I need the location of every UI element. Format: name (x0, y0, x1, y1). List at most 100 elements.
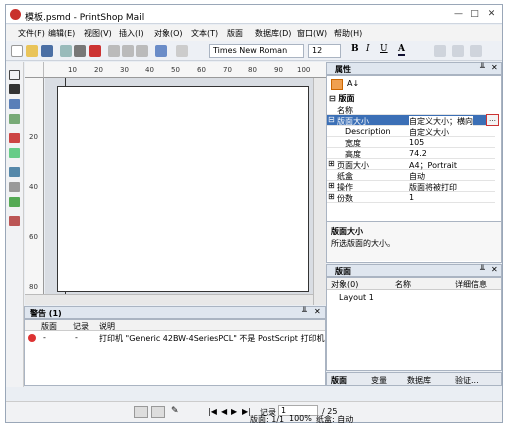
column-header[interactable]: 名称 (395, 279, 411, 290)
zoom-tool-icon[interactable] (9, 99, 20, 109)
ruler-origin[interactable] (25, 62, 44, 78)
column-header[interactable]: 版面 (41, 321, 57, 332)
toolbar: Times New Roman 12 B I U A (6, 41, 502, 61)
menu-database[interactable]: 数据库(D) (255, 28, 291, 39)
publish-icon[interactable] (89, 45, 101, 57)
shape-tool-icon[interactable] (9, 182, 20, 192)
browse-button[interactable]: … (486, 114, 499, 126)
warning-row[interactable]: - - 打印机 "Generic 42BW-4SeriesPCL" 不是 Pos… (25, 332, 325, 344)
column-header[interactable]: 记录 (73, 321, 89, 332)
property-row[interactable]: ⊞ 份数 1 (327, 192, 495, 203)
pin-icon[interactable]: ╨ (480, 265, 485, 274)
barcode-tool-icon[interactable] (9, 167, 20, 177)
property-row[interactable]: 纸盒 自动 (327, 170, 495, 181)
horizontal-scrollbar[interactable] (25, 294, 313, 305)
menu-layout[interactable]: 版面 (227, 28, 243, 39)
pin-icon[interactable]: ╨ (302, 307, 307, 316)
pdf-tool-icon[interactable] (9, 133, 20, 143)
tab-verify[interactable]: 验证... (455, 375, 479, 386)
menu-object[interactable]: 对象(O) (154, 28, 183, 39)
property-row[interactable]: ⊞ 操作 版面将被打印 (327, 181, 495, 192)
underline-button[interactable]: U (380, 44, 388, 54)
bold-button[interactable]: B (351, 44, 359, 54)
mode-icon[interactable] (134, 406, 148, 418)
ruler-h-tick: 40 (145, 66, 154, 74)
column-header[interactable]: 对象(0) (331, 279, 358, 290)
ruler-v-tick: 20 (29, 133, 38, 141)
undo-icon[interactable] (155, 45, 167, 57)
open-icon[interactable] (26, 45, 38, 57)
align-center-icon[interactable] (452, 45, 464, 57)
email-tool-icon[interactable] (9, 216, 20, 226)
layout-canvas[interactable] (45, 78, 326, 305)
ruler-h-tick: 100 (297, 66, 311, 74)
copy-icon[interactable] (122, 45, 134, 57)
menu-window[interactable]: 窗口(W) (297, 28, 327, 39)
new-icon[interactable] (11, 45, 23, 57)
property-row[interactable]: 高度 74.2 (327, 148, 495, 159)
text-color-button[interactable]: A (398, 44, 405, 56)
vertical-scrollbar[interactable] (313, 78, 326, 305)
close-icon[interactable]: ✕ (314, 307, 321, 316)
redo-icon[interactable] (176, 45, 188, 57)
pin-icon[interactable]: ╨ (480, 63, 485, 72)
ruler-h-tick: 10 (68, 66, 77, 74)
column-header[interactable]: 说明 (99, 321, 115, 332)
property-row[interactable]: ⊞ 页面大小 A4；Portrait (327, 159, 495, 170)
pen-tool-icon[interactable] (9, 114, 20, 124)
tab-variables[interactable]: 变量 (371, 375, 387, 386)
close-icon[interactable]: ✕ (491, 63, 498, 72)
font-family-select[interactable]: Times New Roman (209, 44, 304, 58)
layouts-title: 版面 (335, 267, 351, 276)
align-right-icon[interactable] (470, 45, 482, 57)
object-tool-icon[interactable] (9, 197, 20, 207)
sort-az-icon[interactable]: A↓ (347, 79, 359, 88)
expand-icon[interactable]: ⊟ (329, 94, 339, 103)
title-bar: 模板.psmd - PrintShop Mail — □ ✕ (6, 5, 502, 24)
property-description: 版面大小 所选版面的大小。 (327, 221, 501, 261)
first-record-button[interactable]: |◀ (208, 407, 217, 416)
horizontal-ruler: 10 20 30 40 50 60 70 80 90 100 (44, 62, 326, 78)
property-row[interactable]: 宽度 105 (327, 137, 495, 148)
prev-record-button[interactable]: ◀ (221, 407, 227, 416)
menu-file[interactable]: 文件(F) (18, 28, 45, 39)
font-size-select[interactable]: 12 (308, 44, 341, 58)
ruler-h-tick: 70 (223, 66, 232, 74)
app-logo-icon (10, 9, 21, 20)
menu-insert[interactable]: 插入(I) (119, 28, 144, 39)
print-icon[interactable] (74, 45, 86, 57)
layout-page[interactable] (57, 86, 309, 292)
menu-help[interactable]: 帮助(H) (334, 28, 362, 39)
column-header[interactable]: 详细信息 (455, 279, 487, 290)
menu-text[interactable]: 文本(T) (191, 28, 218, 39)
error-icon (28, 334, 36, 342)
image-tool-icon[interactable] (9, 148, 20, 158)
menu-edit[interactable]: 编辑(E) (48, 28, 75, 39)
close-button[interactable]: ✕ (485, 9, 498, 20)
minimize-button[interactable]: — (452, 9, 465, 20)
save-icon[interactable] (41, 45, 53, 57)
maximize-button[interactable]: □ (468, 9, 481, 20)
property-row[interactable]: 名称 (327, 104, 495, 115)
cut-icon[interactable] (108, 45, 120, 57)
italic-button[interactable]: I (366, 44, 370, 54)
paste-icon[interactable] (136, 45, 148, 57)
align-left-icon[interactable] (434, 45, 446, 57)
tab-layout[interactable]: 版面 (331, 375, 347, 386)
property-row-selected[interactable]: ⊟ 版面大小 自定义大小；横向 (327, 115, 495, 127)
property-row[interactable]: Description 自定义大小 (327, 126, 495, 137)
layouts-panel-header: 版面 ╨ ✕ (326, 264, 502, 277)
warnings-header-row: 版面 记录 说明 (25, 320, 325, 331)
next-record-button[interactable]: ▶ (231, 407, 237, 416)
pointer-tool-icon[interactable] (9, 70, 20, 80)
categorized-icon[interactable] (331, 79, 343, 90)
close-icon[interactable]: ✕ (491, 265, 498, 274)
menu-view[interactable]: 视图(V) (84, 28, 112, 39)
ruler-h-tick: 60 (197, 66, 206, 74)
text-tool-icon[interactable] (9, 84, 20, 94)
layout-list-item[interactable]: Layout 1 (339, 293, 374, 302)
tab-database[interactable]: 数据库 (407, 375, 431, 386)
view-icon[interactable] (151, 406, 165, 418)
print-preview-icon[interactable] (60, 45, 72, 57)
tools-icon[interactable]: ✎ (171, 406, 179, 416)
